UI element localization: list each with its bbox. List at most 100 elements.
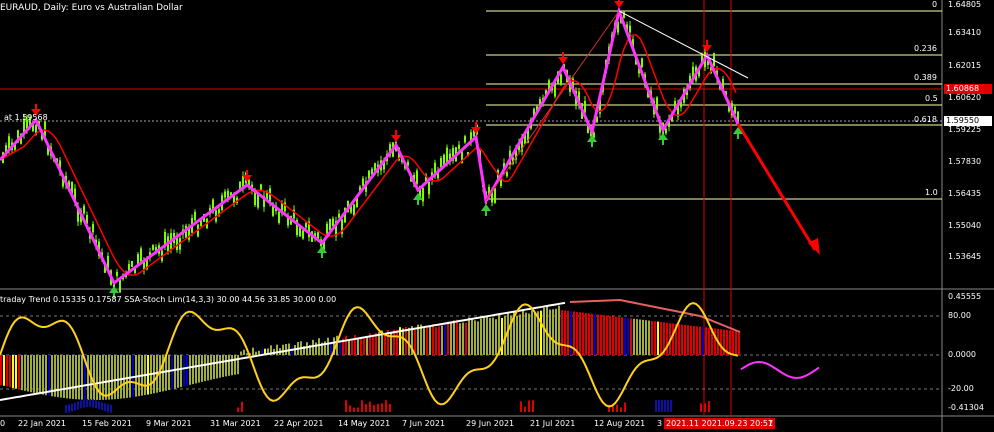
histogram-bar	[480, 318, 482, 355]
histogram-bar	[516, 316, 518, 355]
histogram-bar	[42, 355, 44, 395]
moving-average-line	[0, 34, 737, 277]
sell-arrow-icon	[471, 127, 481, 134]
price-tick: 1.64805	[948, 0, 982, 9]
volume-bar	[237, 407, 239, 412]
low-marker	[101, 402, 103, 411]
histogram-bar	[426, 325, 428, 355]
volume-bar	[700, 403, 702, 412]
time-tick: 14 May 2021	[338, 419, 391, 428]
histogram-bar	[195, 355, 197, 384]
histogram-bar	[168, 355, 170, 391]
histogram-bar	[72, 355, 74, 399]
volume-bar	[704, 403, 706, 412]
symbol-title: EURAUD, Daily: Euro vs Australian Dollar	[0, 3, 183, 13]
low-marker	[65, 404, 67, 413]
histogram-bar	[420, 324, 422, 355]
low-marker	[86, 399, 88, 408]
histogram-bar	[228, 355, 230, 376]
histogram-bar	[423, 328, 425, 355]
candle-body	[116, 271, 118, 277]
volume-bar	[381, 403, 383, 412]
time-tick: 15 Feb 2021	[82, 419, 132, 428]
histogram-bar	[363, 336, 365, 355]
low-marker	[92, 399, 94, 408]
histogram-bar	[186, 355, 188, 386]
time-tick: 22 Apr 2021	[274, 419, 324, 428]
low-marker	[80, 400, 82, 409]
time-tick: 22 Jan 2021	[18, 419, 66, 428]
histogram-bar	[102, 355, 104, 400]
candle-body	[329, 219, 331, 231]
candle-body	[428, 182, 430, 195]
histogram-bar	[672, 323, 674, 355]
histogram-bar	[714, 328, 716, 355]
histogram-bar	[285, 344, 287, 355]
histogram-bar	[108, 355, 110, 400]
low-marker	[670, 400, 672, 412]
chart-canvas[interactable]	[0, 0, 994, 432]
histogram-bar	[642, 319, 644, 355]
sell-arrow-icon	[391, 135, 401, 142]
low-marker	[658, 400, 660, 412]
price-tick: 1.63410	[948, 28, 982, 37]
volume-bar	[620, 407, 622, 412]
histogram-bar	[123, 355, 125, 399]
histogram-bar	[66, 355, 68, 399]
low-marker	[74, 402, 76, 411]
current-price-badge: 1.60868	[944, 84, 992, 94]
volume-bar	[345, 400, 347, 412]
volume-bar	[357, 407, 359, 412]
histogram-bar	[486, 316, 488, 355]
histogram-bar	[240, 351, 242, 355]
crosshair-time-badge: 2021.11 2021.09.23 20:57	[664, 418, 776, 429]
histogram-bar	[15, 355, 17, 389]
histogram-bar	[39, 355, 41, 395]
histogram-bar	[477, 321, 479, 355]
histogram-bar	[282, 344, 284, 355]
histogram-bar	[597, 314, 599, 355]
histogram-bar	[630, 318, 632, 355]
time-tick: 7 Jun 2021	[402, 419, 446, 428]
histogram-bar	[654, 321, 656, 355]
time-tick: 3	[657, 419, 663, 428]
sell-arrow-icon	[558, 57, 568, 64]
histogram-bar	[60, 355, 62, 398]
histogram-bar	[402, 328, 404, 355]
buy-arrow-icon	[413, 193, 423, 200]
histogram-bar	[600, 314, 602, 355]
candle-body	[506, 172, 508, 177]
candle-body	[131, 260, 133, 267]
candle-body	[326, 223, 328, 234]
histogram-bar	[462, 322, 464, 355]
fibo-level-label: 0.389	[914, 73, 937, 82]
histogram-bar	[96, 355, 98, 400]
zigzag-line	[0, 5, 740, 286]
candle-body	[629, 25, 631, 33]
histogram-bar	[45, 355, 47, 396]
histogram-bar	[696, 326, 698, 355]
histogram-bar	[384, 333, 386, 355]
histogram-bar	[30, 355, 32, 393]
price-tick: 1.55040	[948, 221, 982, 230]
histogram-bar	[528, 313, 530, 355]
histogram-bar	[177, 355, 179, 388]
histogram-bar	[471, 318, 473, 355]
time-tick: 1	[768, 419, 774, 428]
volume-bar	[708, 401, 710, 412]
histogram-bar	[684, 324, 686, 355]
price-tick: 1.56435	[948, 189, 982, 198]
stochastic-projection-line	[740, 360, 820, 379]
histogram-bar	[315, 342, 317, 355]
histogram-bar	[120, 355, 122, 399]
histogram-bar	[705, 327, 707, 355]
histogram-bar	[519, 314, 521, 355]
histogram-bar	[525, 312, 527, 355]
histogram-bar	[345, 335, 347, 355]
histogram-bar	[576, 311, 578, 355]
histogram-bar	[318, 338, 320, 355]
low-marker	[68, 404, 70, 413]
fibo-level-label: 1.0	[925, 188, 938, 197]
histogram-bar	[69, 355, 71, 399]
histogram-bar	[720, 329, 722, 355]
